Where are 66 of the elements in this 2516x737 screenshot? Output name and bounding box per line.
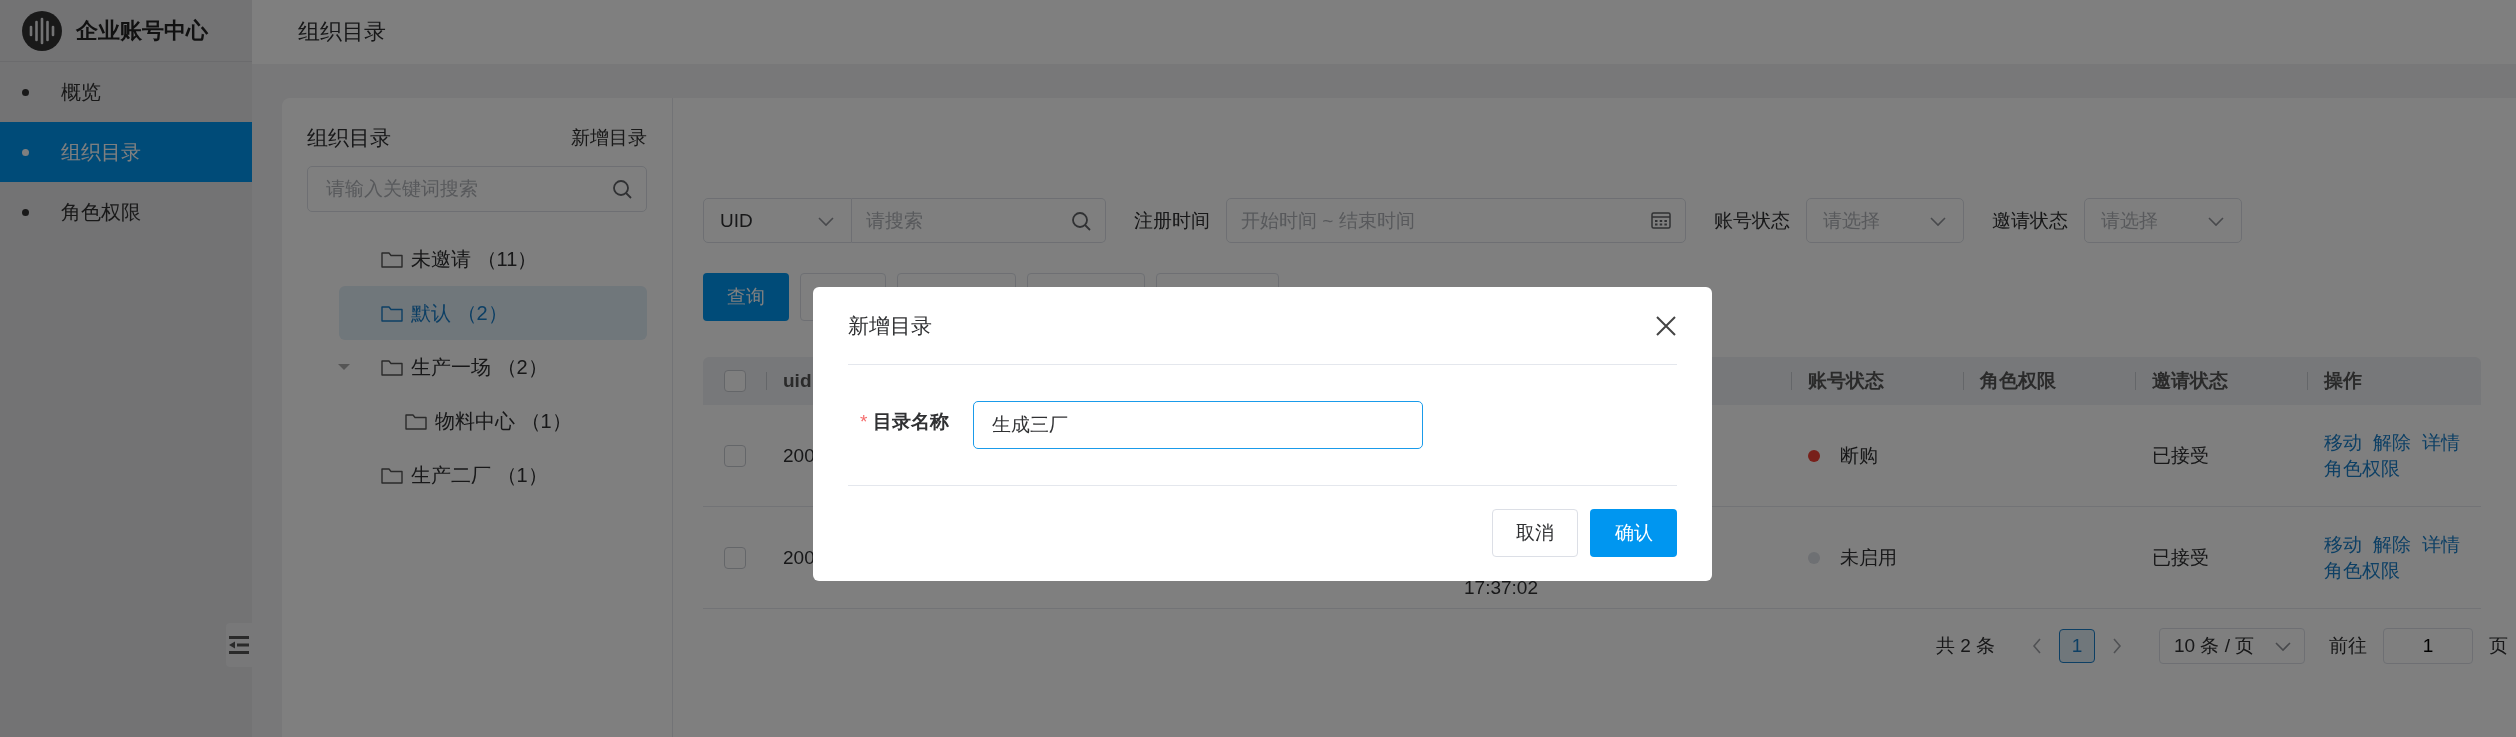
filter-label: 账号状态 — [1714, 208, 1790, 233]
status-text: 未启用 — [1840, 545, 1897, 570]
goto-label: 前往 — [2329, 634, 2367, 658]
nav-item[interactable]: 角色权限 — [0, 182, 252, 242]
page-button[interactable]: 1 — [2059, 629, 2095, 663]
collapse-icon — [229, 635, 249, 655]
table-cell-text: 已接受 — [2152, 443, 2209, 468]
logo-icon — [22, 10, 62, 51]
page-suffix: 页 — [2489, 634, 2508, 658]
action-link[interactable]: 移动 — [2324, 531, 2362, 558]
page-size-select[interactable]: 10 条 / 页 — [2159, 628, 2305, 664]
action-link[interactable]: 详情 — [2422, 429, 2460, 456]
nav-item[interactable]: 组织目录 — [0, 122, 252, 182]
folder-icon — [405, 411, 427, 431]
folder-icon — [381, 303, 403, 323]
close-icon — [1655, 314, 1677, 337]
add-directory-link[interactable]: 新增目录 — [571, 125, 647, 151]
bullet-icon — [22, 88, 29, 96]
tree-item[interactable]: 物料中心 （1） — [363, 394, 647, 448]
close-button[interactable] — [1655, 314, 1677, 337]
tree-item[interactable]: 未邀请 （11） — [339, 232, 647, 286]
folder-icon — [381, 465, 403, 485]
page-input[interactable]: 1 — [2383, 628, 2473, 664]
search-icon — [612, 179, 632, 199]
total-count: 共 2 条 — [1935, 634, 1995, 658]
bullet-icon — [22, 148, 29, 156]
column-header: uid — [783, 370, 812, 392]
tree-item[interactable]: 生产二厂 （1） — [339, 448, 647, 502]
dialog-title: 新增目录 — [848, 312, 932, 339]
collapse-button[interactable] — [226, 623, 252, 667]
tree-item[interactable]: 默认 （2） — [339, 286, 647, 340]
action-link[interactable]: 角色权限 — [2324, 557, 2400, 584]
checkbox[interactable] — [723, 546, 746, 569]
action-link[interactable]: 详情 — [2422, 531, 2460, 558]
bullet-icon — [22, 208, 29, 216]
folder-icon — [381, 249, 403, 269]
column-header: 操作 — [2324, 369, 2362, 393]
checkbox[interactable] — [723, 370, 746, 392]
filter-label: 注册时间 — [1134, 208, 1210, 233]
action-link[interactable]: 解除 — [2373, 531, 2411, 558]
page-title: 组织目录 — [252, 0, 2516, 64]
table-cell: 17:37:02 — [1464, 578, 1538, 598]
nav-item[interactable]: 概览 — [0, 62, 252, 122]
cancel-button[interactable]: 取消 — [1492, 508, 1578, 557]
panel-title: 组织目录 — [307, 125, 391, 151]
brand-title: 企业账号中心 — [76, 16, 208, 45]
folder-icon — [381, 357, 403, 377]
table-cell-text: 已接受 — [2152, 545, 2209, 570]
action-link[interactable]: 解除 — [2373, 429, 2411, 456]
checkbox[interactable] — [723, 444, 746, 467]
status-text: 断购 — [1840, 443, 1878, 468]
action-link[interactable]: 移动 — [2324, 429, 2362, 456]
filter-label: 邀请状态 — [1992, 208, 2068, 233]
column-header: 角色权限 — [1980, 369, 2056, 393]
action-link[interactable]: 角色权限 — [2324, 455, 2400, 482]
column-header: 账号状态 — [1808, 369, 1884, 393]
search-icon — [1071, 210, 1091, 231]
field-label: 目录名称 — [873, 410, 950, 434]
calendar-icon — [1651, 211, 1671, 230]
confirm-button[interactable]: 确认 — [1590, 508, 1677, 557]
query-button[interactable]: 查询 — [703, 273, 789, 321]
tree-item[interactable]: 生产一场 （2） — [307, 340, 647, 394]
required-mark: * — [860, 411, 868, 433]
column-header: 邀请状态 — [2152, 369, 2228, 393]
input-field[interactable]: 生成三厂 — [973, 401, 1424, 449]
field-select[interactable]: UID — [703, 198, 852, 243]
